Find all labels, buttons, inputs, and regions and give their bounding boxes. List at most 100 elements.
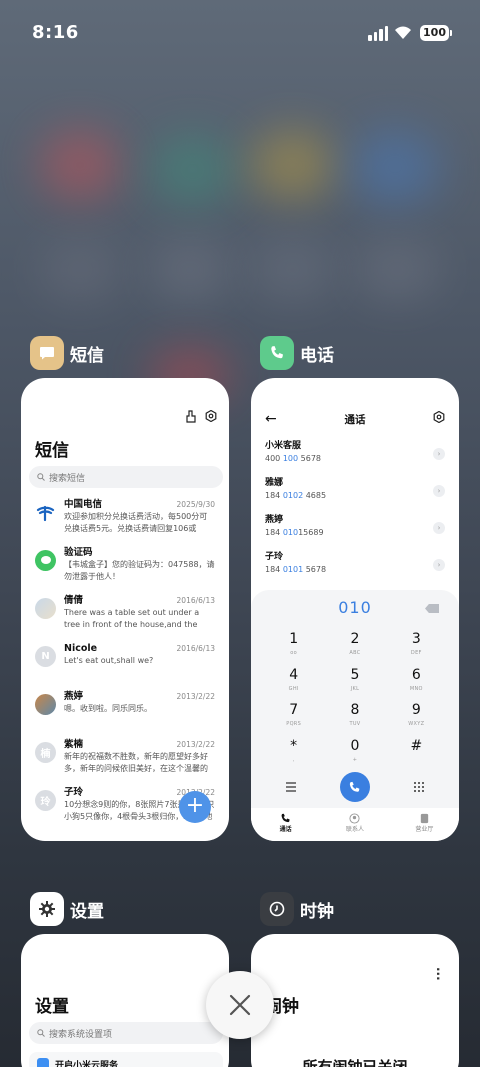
avatar: 玲 [35, 790, 56, 811]
list-item[interactable]: 中国电信 2025/9/30 欢迎参加积分兑换话费活动，每500分可兑换话费5元… [21, 498, 229, 546]
dial-actions [263, 772, 447, 802]
chevron-right-icon[interactable]: › [433, 522, 445, 534]
dial-key-6[interactable]: 6 MNO [386, 666, 447, 702]
clean-icon[interactable] [185, 410, 197, 423]
contact-number: 400 100 5678 [265, 454, 321, 463]
recent-app-name: 时钟 [300, 901, 334, 922]
message-date: 2016/6/13 [176, 644, 215, 653]
contact-name: 雅娜 [265, 478, 284, 488]
tab-calls[interactable]: 通话 [251, 808, 320, 841]
list-item[interactable]: N Nicole 2016/6/13 Let's eat out,shall w… [21, 642, 229, 690]
avatar: 楠 [35, 742, 56, 763]
more-options-icon[interactable]: ··· [431, 967, 445, 981]
phone-icon [350, 781, 360, 792]
contact-name: 子玲 [265, 552, 284, 562]
page-title: 设置 [35, 997, 69, 1017]
clear-all-button[interactable] [206, 971, 274, 1039]
message-preview: Let's eat out,shall we? [64, 656, 154, 665]
recent-card-clock[interactable]: ··· 闹钟 所有闹钟已关闭 [251, 934, 459, 1067]
dialpad: 010 1 oo 2 ABC 3 DEF 4 GHI 5 JKL 6 MNO 7 PQRS 8… [251, 590, 459, 808]
dial-key-4[interactable]: 4 GHI [263, 666, 324, 702]
chevron-right-icon[interactable]: › [433, 448, 445, 460]
list-item[interactable]: 楠 紫楠 2013/2/22 新年的祝福数不胜数，新年的愿望好多好多，新年的问候… [21, 738, 229, 786]
search-input[interactable]: 搜索短信 [29, 466, 223, 488]
list-item[interactable]: 验证码 › 【韦城盒子】您的验证码为：047588，请勿泄露于他人！ [21, 546, 229, 594]
recent-label-sms[interactable]: 短信 [30, 336, 104, 370]
dialpad-icon[interactable] [413, 781, 425, 793]
dial-key-5[interactable]: 5 JKL [324, 666, 385, 702]
tab-label: 联系人 [345, 826, 364, 833]
dial-key-2[interactable]: 2 ABC [324, 630, 385, 666]
compose-button[interactable]: + [179, 791, 211, 823]
alarm-status: 所有闹钟已关闭 [302, 1058, 408, 1067]
dial-key-hash[interactable]: # [386, 737, 447, 773]
recent-label-phone[interactable]: 电话 [260, 336, 334, 370]
close-icon [229, 994, 251, 1016]
chevron-right-icon[interactable]: › [433, 559, 445, 571]
tab-label: 营业厅 [415, 826, 434, 833]
dial-key-0[interactable]: 0 + [324, 737, 385, 773]
avatar [35, 598, 56, 619]
phone-icon [260, 336, 294, 370]
menu-icon[interactable] [285, 782, 297, 792]
phone-icon [281, 813, 290, 823]
message-preview: 嗯。收到啦。同乐同乐。 [64, 704, 152, 713]
tab-service-hall[interactable]: 营业厅 [390, 808, 459, 841]
search-icon [37, 1029, 45, 1037]
dial-key-9[interactable]: 9 WXYZ [386, 701, 447, 737]
sms-toolbar [185, 410, 217, 423]
recent-card-phone[interactable]: ← 通话 小米客服 400 100 5678 › 雅娜 184 0102 468… [251, 378, 459, 841]
gear-icon[interactable] [205, 410, 217, 422]
chevron-right-icon[interactable]: › [433, 485, 445, 497]
call-button[interactable] [339, 772, 370, 802]
battery-indicator: 100 [420, 25, 452, 41]
search-placeholder: 搜索短信 [49, 473, 86, 484]
contact-row[interactable]: 小米客服 400 100 5678 › [251, 440, 459, 477]
avatar: N [35, 646, 56, 667]
telecom-logo-icon [35, 502, 56, 523]
recent-label-clock[interactable]: 时钟 [260, 892, 334, 926]
contact-number: 184 0101 5678 [265, 565, 327, 574]
dial-key-star[interactable]: *, [263, 737, 324, 773]
gear-icon[interactable] [433, 411, 445, 423]
store-icon [420, 813, 428, 824]
recent-card-settings[interactable]: 设置 搜索系统设置项 开启小米云服务 [21, 934, 229, 1067]
recent-app-name: 短信 [70, 345, 104, 366]
message-preview: There was a table set out under a tree i… [64, 608, 200, 629]
search-icon [37, 473, 45, 481]
dial-keys: 1 oo 2 ABC 3 DEF 4 GHI 5 JKL 6 MNO 7 PQRS 8 TUV … [263, 630, 447, 772]
avatar [35, 694, 56, 715]
tab-label: 通话 [279, 826, 292, 833]
page-title: 短信 [35, 441, 69, 461]
cloud-icon [37, 1058, 49, 1067]
bottom-tab-bar: 通话 联系人 营业厅 [251, 808, 459, 841]
search-input[interactable]: 搜索系统设置项 [29, 1022, 223, 1044]
settings-item-label: 开启小米云服务 [55, 1060, 119, 1067]
gear-icon [30, 892, 64, 926]
dial-key-1[interactable]: 1 oo [263, 630, 324, 666]
contact-row[interactable]: 燕婷 184 01015689 › [251, 514, 459, 551]
chevron-right-icon: › [210, 558, 215, 571]
message-preview: 【韦城盒子】您的验证码为：047588，请勿泄露于他人！ [64, 560, 215, 581]
contact-row[interactable]: 子玲 184 0101 5678 › [251, 551, 459, 588]
contact-results: 小米客服 400 100 5678 › 雅娜 184 0102 4685 › 燕… [251, 440, 459, 588]
dial-key-8[interactable]: 8 TUV [324, 701, 385, 737]
settings-item-cloud[interactable]: 开启小米云服务 [29, 1052, 223, 1067]
message-date: 2025/9/30 [176, 500, 215, 509]
recent-label-settings[interactable]: 设置 [30, 892, 104, 926]
recent-card-sms[interactable]: 短信 搜索短信 中国电信 2025/9/30 欢迎参加积分兑换话费活动，每500… [21, 378, 229, 841]
tab-contacts[interactable]: 联系人 [320, 808, 389, 841]
list-item[interactable]: 燕婷 2013/2/22 嗯。收到啦。同乐同乐。 [21, 690, 229, 738]
clock-icon [260, 892, 294, 926]
chat-bubble-icon [35, 550, 56, 571]
message-preview: 欢迎参加积分兑换话费活动，每500分可兑换话费5元。兑换话费请回复106或jfd… [64, 512, 208, 533]
contact-number: 184 0102 4685 [265, 491, 327, 500]
list-item[interactable]: 倩倩 2016/6/13 There was a table set out u… [21, 594, 229, 642]
sender-name: 验证码 [64, 547, 93, 558]
dial-key-3[interactable]: 3 DEF [386, 630, 447, 666]
recent-app-name: 设置 [70, 901, 104, 922]
recent-app-name: 电话 [300, 345, 334, 366]
contact-row[interactable]: 雅娜 184 0102 4685 › [251, 477, 459, 514]
dial-key-7[interactable]: 7 PQRS [263, 701, 324, 737]
message-preview: 新年的祝福数不胜数，新年的愿望好多好多，新年的问候依旧美好，在这个温馨的时刻，.… [64, 752, 208, 773]
